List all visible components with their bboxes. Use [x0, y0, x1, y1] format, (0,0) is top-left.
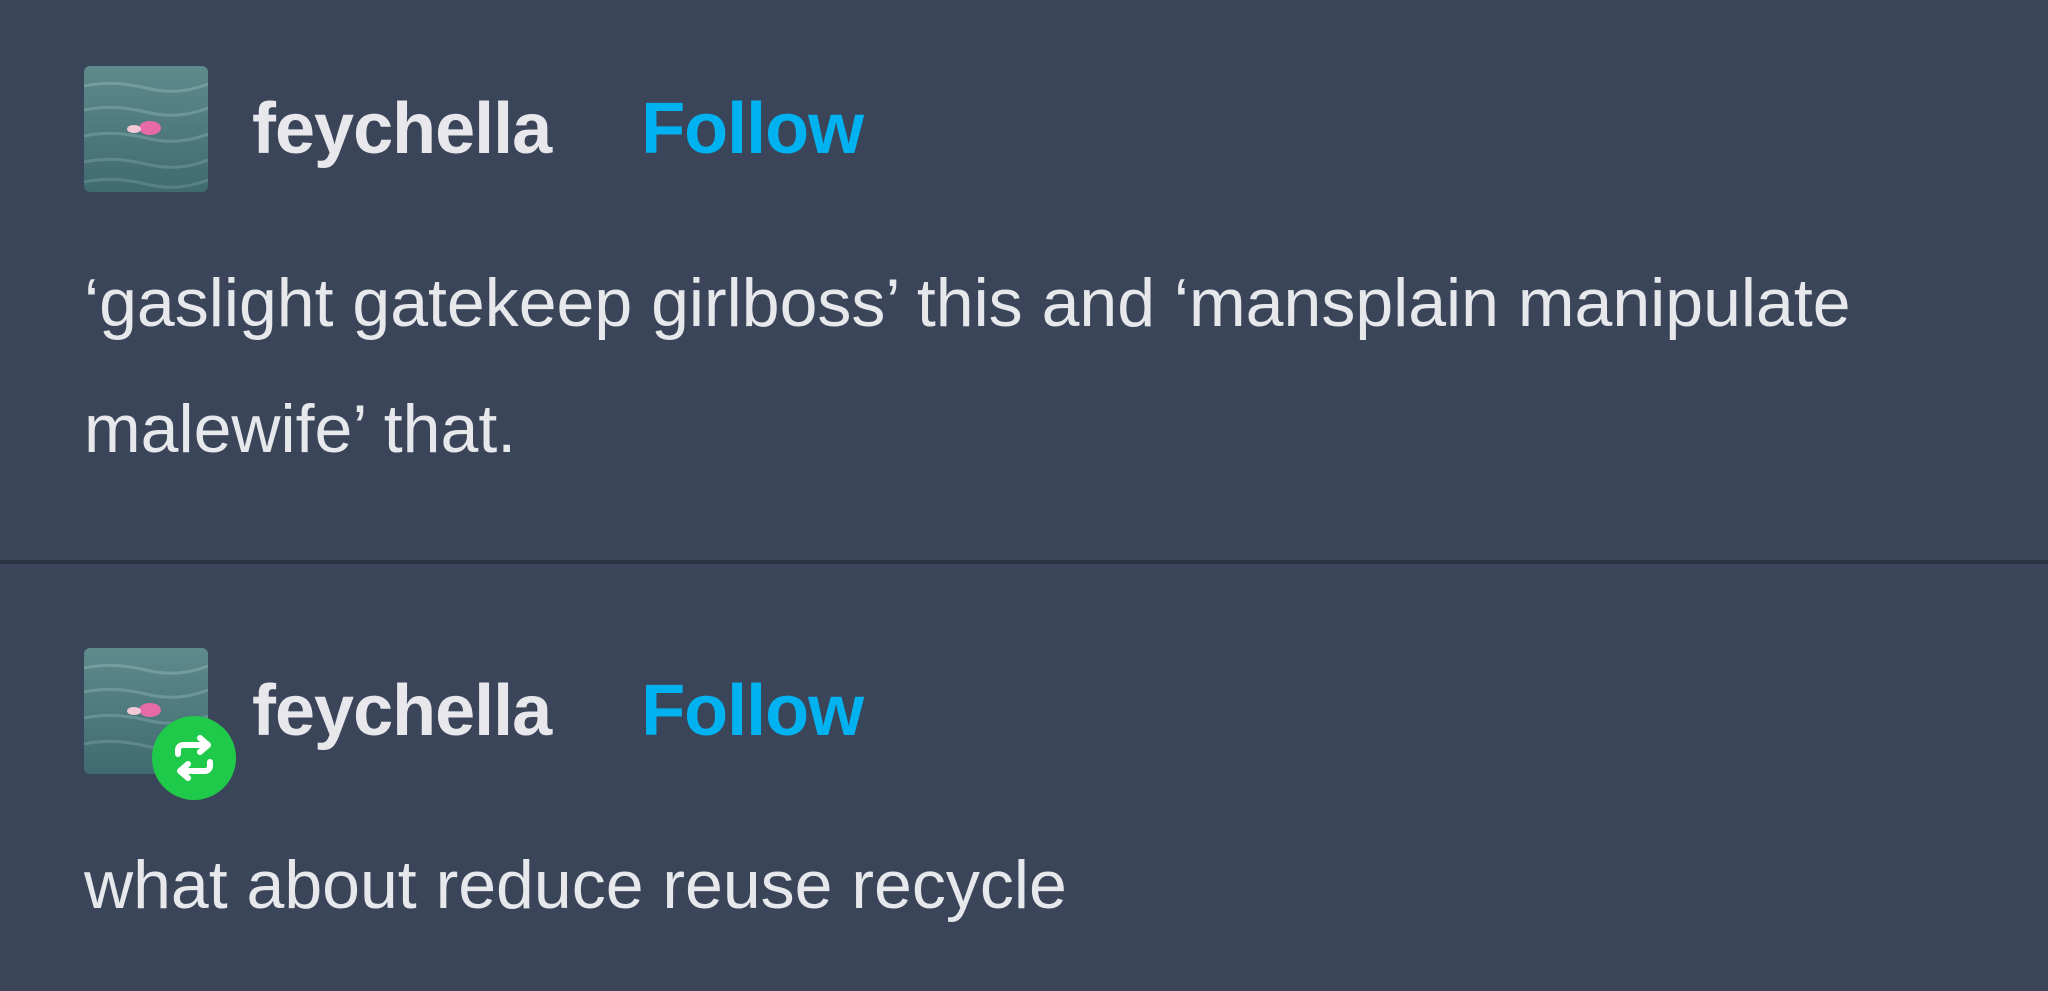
avatar[interactable]: [84, 648, 236, 800]
username[interactable]: feychella: [252, 93, 552, 165]
reblog-badge: [152, 716, 236, 800]
follow-button[interactable]: Follow: [641, 675, 864, 747]
post-original: feychella Follow ‘gaslight gatekeep girl…: [0, 0, 2048, 562]
post-text: ‘gaslight gatekeep girlboss’ this and ‘m…: [84, 265, 1851, 467]
post-text: what about reduce reuse recycle: [84, 847, 1067, 923]
avatar-image: [84, 66, 208, 192]
avatar[interactable]: [84, 66, 208, 192]
reblog-icon: [175, 735, 213, 781]
post-header: feychella Follow: [84, 66, 864, 192]
post-header: feychella Follow: [84, 648, 864, 800]
username[interactable]: feychella: [252, 675, 552, 747]
follow-button[interactable]: Follow: [641, 93, 864, 165]
